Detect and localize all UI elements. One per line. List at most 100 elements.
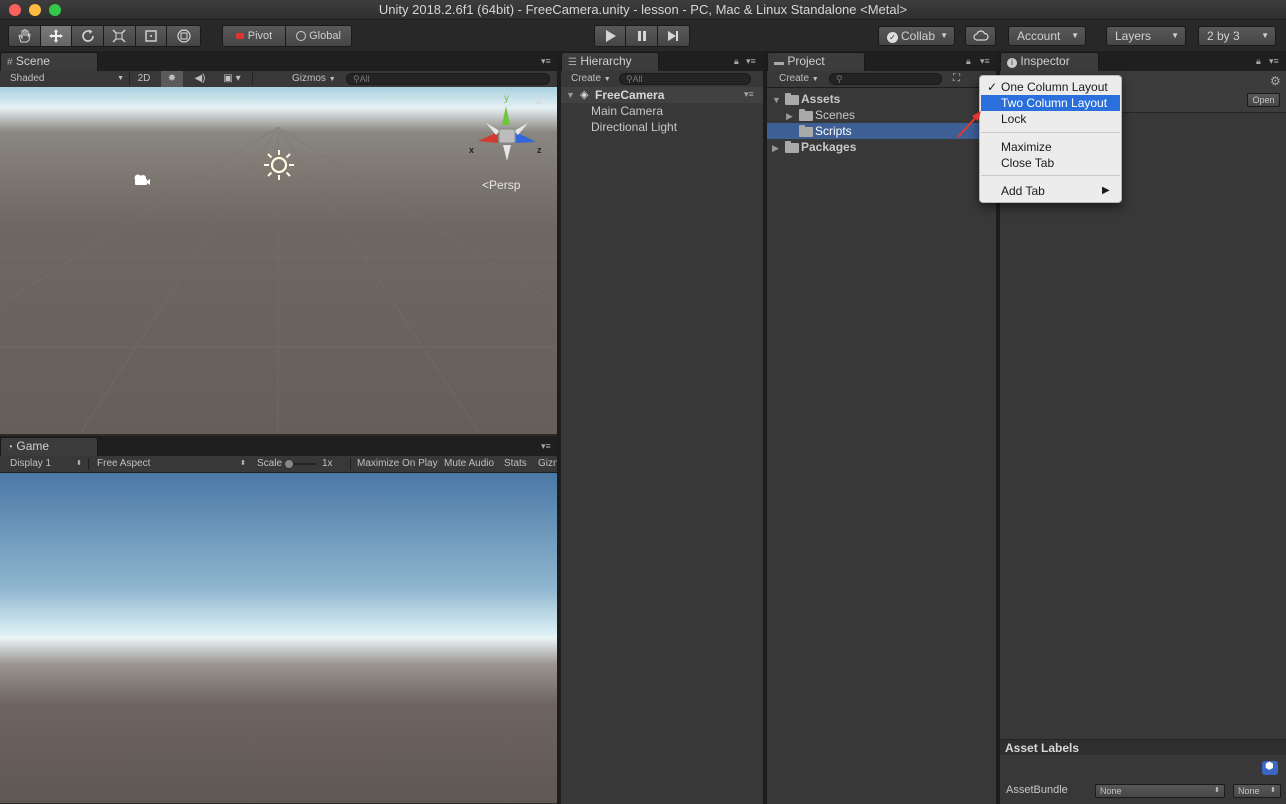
hand-tool-button[interactable] (9, 26, 41, 46)
menu-item-add-tab[interactable]: Add Tab ▶ (981, 183, 1120, 199)
pause-button[interactable] (626, 26, 658, 46)
hierarchy-item-directional-light[interactable]: Directional Light (591, 119, 677, 135)
layout-dropdown[interactable]: 2 by 3 ▼ (1198, 26, 1276, 46)
asset-bundle-value: None (1100, 786, 1122, 796)
menu-item-maximize[interactable]: Maximize (981, 139, 1120, 155)
open-button[interactable]: Open (1247, 93, 1280, 107)
scale-tool-button[interactable] (104, 26, 136, 46)
grid-icon: # (7, 57, 13, 68)
asset-variant-dropdown[interactable]: None ⬍ (1233, 784, 1281, 798)
aspect-label: Free Aspect (97, 458, 151, 469)
panel-menu-icon[interactable]: ▾≡ (746, 56, 756, 67)
chevron-updown-icon: ⬍ (1270, 787, 1276, 794)
asset-bundle-dropdown[interactable]: None ⬍ (1095, 784, 1225, 798)
zoom-window-button[interactable] (49, 4, 61, 16)
shading-mode-dropdown[interactable]: Shaded ▼ (4, 71, 128, 87)
orientation-gizmo[interactable] (466, 101, 548, 171)
perspective-toggle[interactable]: <Persp (482, 178, 520, 192)
game-gizmos-toggle[interactable]: Gizn (538, 456, 559, 472)
menu-item-lock[interactable]: Lock (981, 111, 1120, 127)
window-title: Unity 2018.2.6f1 (64bit) - FreeCamera.un… (378, 2, 908, 17)
2d-toggle[interactable]: 2D (134, 71, 154, 87)
lighting-toggle[interactable]: ✸ (161, 71, 183, 87)
rect-tool-button[interactable] (135, 26, 168, 46)
hierarchy-search-input[interactable]: ⚲All (619, 73, 751, 85)
project-search-input[interactable]: ⚲ (829, 73, 942, 85)
panel-menu-icon[interactable]: ▾≡ (1269, 56, 1279, 67)
project-item-scripts: Scripts (815, 124, 852, 138)
stats-toggle[interactable]: Stats (504, 456, 527, 472)
gizmos-dropdown[interactable]: Gizmos ▼ (292, 71, 340, 87)
effects-dropdown[interactable]: ▣ ▾ (217, 71, 247, 87)
lock-icon[interactable]: 🔒︎ (1256, 56, 1261, 67)
pivot-button[interactable]: Pivot (223, 26, 287, 46)
light-bulb-icon: ✸ (167, 73, 177, 84)
minimize-window-button[interactable] (29, 4, 41, 16)
scene-root-row[interactable]: ▼ ◈ FreeCamera ▾≡ (561, 87, 763, 103)
close-window-button[interactable] (9, 4, 21, 16)
scale-slider[interactable] (284, 459, 316, 469)
asset-label-tag-button[interactable]: ⬢ (1262, 761, 1278, 775)
menu-separator (981, 132, 1120, 133)
account-label: Account (1017, 29, 1061, 43)
hierarchy-item-main-camera[interactable]: Main Camera (591, 103, 663, 119)
cloud-button[interactable] (965, 26, 996, 46)
game-panel: ◔ Game ▾≡ Display 1 ⬍ Free Aspect ⬍ Scal… (0, 436, 559, 473)
menu-item-two-column-layout[interactable]: Two Column Layout (981, 95, 1120, 111)
collapse-arrow-icon[interactable]: ▶ (772, 143, 779, 154)
rotate-tool-button[interactable] (72, 26, 105, 46)
project-tabstrip: ▬ Project 🔒︎ ▾≡ (767, 51, 996, 71)
lock-icon[interactable]: 🔒︎ (966, 56, 971, 67)
tab-hierarchy[interactable]: ☰ Hierarchy (561, 52, 659, 71)
display-dropdown[interactable]: Display 1 ⬍ (4, 456, 86, 472)
play-button[interactable] (595, 26, 627, 46)
project-item-scenes[interactable]: Scenes (815, 107, 855, 123)
expand-arrow-icon[interactable]: ▼ (566, 90, 575, 100)
scene-control-bar: Shaded ▼ 2D ✸ ◀) ▣ ▾ Gizmos ▼ ⚲All (0, 71, 557, 88)
camera-icon[interactable] (131, 173, 151, 187)
project-item-assets[interactable]: Assets (801, 91, 840, 107)
scene-viewport[interactable]: y x z 🔒︎ <Persp (0, 87, 557, 434)
move-icon (49, 29, 63, 43)
maximize-on-play-toggle[interactable]: Maximize On Play (357, 456, 438, 472)
directional-light-icon[interactable] (262, 148, 296, 182)
hierarchy-create-button[interactable]: Create ▼ (571, 71, 611, 87)
panel-menu-icon[interactable]: ▾≡ (541, 56, 551, 67)
collab-check-icon: ✓ (887, 32, 898, 43)
chevron-down-icon: ▼ (1261, 31, 1269, 40)
move-tool-button[interactable] (40, 26, 73, 46)
lock-icon[interactable]: 🔒︎ (536, 96, 541, 107)
filter-by-type-icon[interactable]: ⛶ (953, 71, 960, 87)
scale-slider-thumb[interactable] (284, 459, 294, 469)
global-button[interactable]: Global (286, 26, 351, 46)
panel-menu-icon[interactable]: ▾≡ (980, 56, 990, 67)
main-toolbar: Pivot Global ✓ Collab ▼ Account ▼ Layers … (0, 21, 1286, 51)
menu-item-one-column-layout[interactable]: ✓ One Column Layout (981, 79, 1120, 95)
account-dropdown[interactable]: Account ▼ (1008, 26, 1086, 46)
aspect-dropdown[interactable]: Free Aspect ⬍ (92, 456, 250, 472)
scene-search-input[interactable]: ⚲All (346, 73, 550, 85)
collapse-arrow-icon[interactable]: ▶ (786, 111, 793, 122)
chevron-down-icon: ▼ (940, 31, 948, 40)
transform-tool-button[interactable] (167, 26, 200, 46)
lock-icon[interactable]: 🔒︎ (734, 56, 739, 67)
layers-dropdown[interactable]: Layers ▼ (1106, 26, 1186, 46)
tab-game[interactable]: ◔ Game (0, 437, 98, 456)
project-create-button[interactable]: Create ▼ (779, 71, 819, 87)
tab-scene[interactable]: # Scene (0, 52, 98, 71)
collab-dropdown[interactable]: ✓ Collab ▼ (878, 26, 955, 46)
scene-menu-icon[interactable]: ▾≡ (744, 89, 754, 100)
pivot-icon (235, 33, 244, 39)
menu-item-close-tab[interactable]: Close Tab (981, 155, 1120, 171)
mute-audio-toggle[interactable]: Mute Audio (444, 456, 494, 472)
audio-toggle[interactable]: ◀) (189, 71, 211, 87)
panel-menu-icon[interactable]: ▾≡ (541, 441, 551, 452)
game-viewport[interactable] (0, 473, 557, 803)
menu-separator (981, 175, 1120, 176)
tab-project[interactable]: ▬ Project (767, 52, 865, 71)
project-item-packages[interactable]: Packages (801, 139, 856, 155)
gear-icon[interactable]: ⚙ (1270, 74, 1281, 88)
expand-arrow-icon[interactable]: ▼ (772, 95, 781, 105)
step-button[interactable] (657, 26, 689, 46)
tab-inspector[interactable]: i Inspector (1000, 52, 1099, 71)
